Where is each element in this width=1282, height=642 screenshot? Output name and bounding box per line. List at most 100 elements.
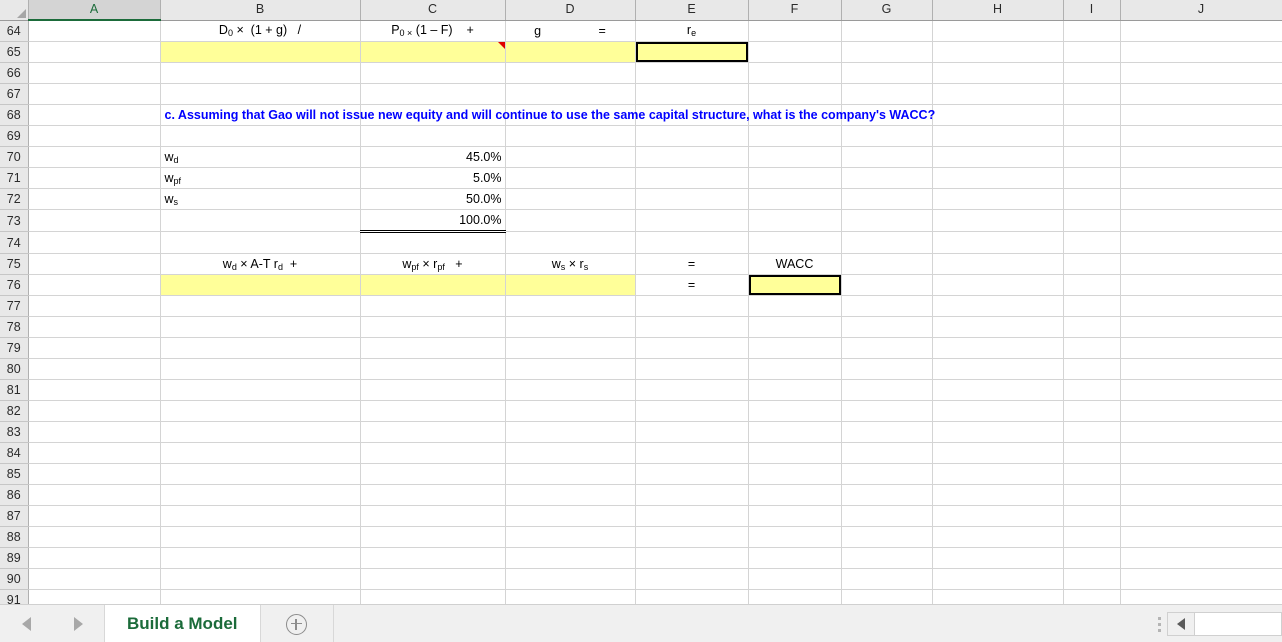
row-header-83[interactable]: 83	[0, 421, 29, 443]
cell-d81[interactable]	[505, 379, 636, 401]
column-header-j[interactable]: J	[1120, 0, 1282, 21]
cell-g78[interactable]	[841, 316, 933, 338]
cell-f79[interactable]	[748, 337, 842, 359]
cell-f74[interactable]	[748, 231, 842, 254]
cell-b85[interactable]	[160, 463, 361, 485]
cell-g67[interactable]	[841, 83, 933, 105]
cell-i77[interactable]	[1063, 295, 1121, 317]
cell-d69[interactable]	[505, 125, 636, 147]
cell-e81[interactable]	[635, 379, 749, 401]
cell-i81[interactable]	[1063, 379, 1121, 401]
cell-f72[interactable]	[748, 188, 842, 210]
cell-j78[interactable]	[1120, 316, 1282, 338]
cell-c65-input[interactable]	[360, 41, 506, 63]
cell-j72[interactable]	[1120, 188, 1282, 210]
cell-g74[interactable]	[841, 231, 933, 254]
cell-f70[interactable]	[748, 146, 842, 168]
cell-i74[interactable]	[1063, 231, 1121, 254]
cell-c66[interactable]	[360, 62, 506, 84]
cell-a68[interactable]	[28, 104, 161, 126]
cell-c77[interactable]	[360, 295, 506, 317]
cell-b89[interactable]	[160, 547, 361, 569]
sheet-nav-buttons[interactable]	[0, 605, 105, 642]
cell-h85[interactable]	[932, 463, 1064, 485]
cell-b82[interactable]	[160, 400, 361, 422]
cell-g84[interactable]	[841, 442, 933, 464]
cell-f88[interactable]	[748, 526, 842, 548]
cell-d71[interactable]	[505, 167, 636, 189]
row-header-86[interactable]: 86	[0, 484, 29, 506]
cell-a88[interactable]	[28, 526, 161, 548]
cell-i75[interactable]	[1063, 253, 1121, 275]
cell-g81[interactable]	[841, 379, 933, 401]
cell-i78[interactable]	[1063, 316, 1121, 338]
cell-c79[interactable]	[360, 337, 506, 359]
cell-c86[interactable]	[360, 484, 506, 506]
cell-e88[interactable]	[635, 526, 749, 548]
cell-b78[interactable]	[160, 316, 361, 338]
cell-f83[interactable]	[748, 421, 842, 443]
cell-i70[interactable]	[1063, 146, 1121, 168]
cell-j65[interactable]	[1120, 41, 1282, 63]
cell-e69[interactable]	[635, 125, 749, 147]
cell-h66[interactable]	[932, 62, 1064, 84]
cell-e72[interactable]	[635, 188, 749, 210]
cell-e67[interactable]	[635, 83, 749, 105]
cell-g83[interactable]	[841, 421, 933, 443]
cell-h88[interactable]	[932, 526, 1064, 548]
cell-g88[interactable]	[841, 526, 933, 548]
cell-b80[interactable]	[160, 358, 361, 380]
cell-j70[interactable]	[1120, 146, 1282, 168]
cell-e74[interactable]	[635, 231, 749, 254]
cell-b64[interactable]: D0 × (1 + g) /	[160, 20, 361, 42]
cell-e78[interactable]	[635, 316, 749, 338]
cell-h74[interactable]	[932, 231, 1064, 254]
cell-a69[interactable]	[28, 125, 161, 147]
column-header-b[interactable]: B	[160, 0, 361, 21]
cell-a90[interactable]	[28, 568, 161, 590]
cell-h80[interactable]	[932, 358, 1064, 380]
cell-g70[interactable]	[841, 146, 933, 168]
cell-e66[interactable]	[635, 62, 749, 84]
cell-i66[interactable]	[1063, 62, 1121, 84]
cell-a85[interactable]	[28, 463, 161, 485]
cell-g90[interactable]	[841, 568, 933, 590]
cell-d86[interactable]	[505, 484, 636, 506]
row-header-70[interactable]: 70	[0, 146, 29, 168]
cell-c84[interactable]	[360, 442, 506, 464]
row-header-90[interactable]: 90	[0, 568, 29, 590]
cell-j85[interactable]	[1120, 463, 1282, 485]
cell-i84[interactable]	[1063, 442, 1121, 464]
cell-c87[interactable]	[360, 505, 506, 527]
cell-d83[interactable]	[505, 421, 636, 443]
cell-b69[interactable]	[160, 125, 361, 147]
cell-j77[interactable]	[1120, 295, 1282, 317]
cell-i64[interactable]	[1063, 20, 1121, 42]
cell-c88[interactable]	[360, 526, 506, 548]
cell-c85[interactable]	[360, 463, 506, 485]
cell-f86[interactable]	[748, 484, 842, 506]
cell-e65-active-input[interactable]	[635, 41, 749, 63]
cell-a73[interactable]	[28, 209, 161, 232]
cell-e80[interactable]	[635, 358, 749, 380]
cell-a80[interactable]	[28, 358, 161, 380]
cell-h77[interactable]	[932, 295, 1064, 317]
cell-i65[interactable]	[1063, 41, 1121, 63]
cell-a76[interactable]	[28, 274, 161, 296]
cell-i68[interactable]	[1063, 104, 1121, 126]
cell-i79[interactable]	[1063, 337, 1121, 359]
grip-dots-icon[interactable]	[1151, 605, 1167, 642]
cell-d74[interactable]	[505, 231, 636, 254]
cell-d82[interactable]	[505, 400, 636, 422]
cell-c90[interactable]	[360, 568, 506, 590]
cell-g75[interactable]	[841, 253, 933, 275]
cell-g66[interactable]	[841, 62, 933, 84]
cell-g79[interactable]	[841, 337, 933, 359]
cell-e71[interactable]	[635, 167, 749, 189]
cell-j88[interactable]	[1120, 526, 1282, 548]
cell-g91[interactable]	[841, 589, 933, 604]
cell-b73[interactable]	[160, 209, 361, 232]
horizontal-scrollbar-zone[interactable]	[1151, 605, 1282, 642]
cell-f69[interactable]	[748, 125, 842, 147]
cell-d84[interactable]	[505, 442, 636, 464]
